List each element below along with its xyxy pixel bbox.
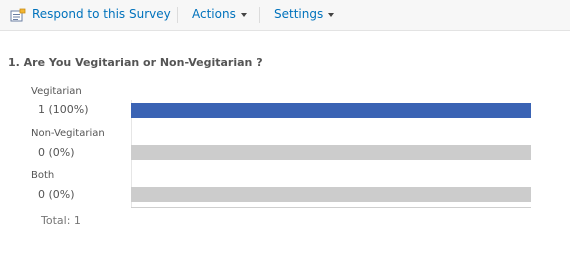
answer-bar-track — [131, 145, 531, 160]
answer-bar-fill — [131, 103, 531, 118]
settings-menu[interactable]: Settings — [274, 0, 335, 30]
survey-respond-icon[interactable] — [10, 8, 26, 22]
respond-to-survey-link[interactable]: Respond to this Survey — [32, 0, 171, 30]
actions-menu-label: Actions — [192, 7, 236, 21]
actions-menu[interactable]: Actions — [192, 0, 247, 30]
survey-toolbar: Respond to this Survey Actions Settings — [0, 0, 570, 31]
answer-bar-track — [131, 187, 531, 202]
settings-menu-label: Settings — [274, 7, 324, 21]
chart-baseline — [131, 207, 531, 208]
answer-count: 0 (0%) — [38, 146, 75, 159]
answer-count: 0 (0%) — [38, 188, 75, 201]
toolbar-divider — [177, 7, 178, 23]
question-title: 1. Are You Vegitarian or Non-Vegitarian … — [8, 56, 263, 69]
chevron-down-icon — [328, 12, 335, 17]
answer-bar-track — [131, 103, 531, 118]
answer-label: Vegitarian — [31, 86, 82, 97]
answer-label: Non-Vegitarian — [31, 128, 105, 139]
answer-count: 1 (100%) — [38, 103, 89, 116]
total-count: Total: 1 — [41, 214, 81, 227]
toolbar-divider — [259, 7, 260, 23]
answer-label: Both — [31, 170, 55, 181]
chevron-down-icon — [240, 12, 247, 17]
